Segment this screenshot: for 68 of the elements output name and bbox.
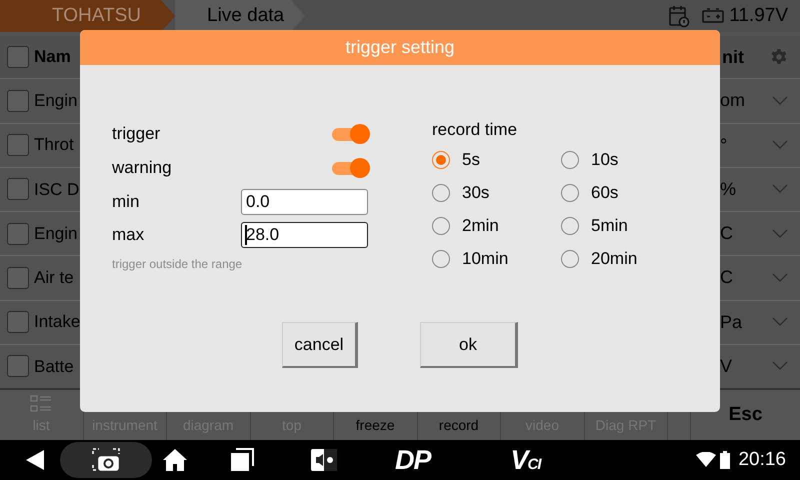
battery-icon	[720, 451, 730, 469]
voltage-reading: 11.97V	[729, 4, 788, 28]
camera-icon	[92, 448, 120, 472]
table-cell-text: Batte	[34, 356, 74, 378]
table-cell-text: Air te	[34, 267, 74, 290]
checkbox[interactable]	[7, 134, 29, 156]
radio-option[interactable]: 5s	[432, 143, 561, 176]
radio-option[interactable]: 10min	[432, 242, 561, 275]
chevron-down-icon[interactable]	[772, 140, 788, 150]
checkbox[interactable]	[7, 46, 29, 68]
table-cell-text: om	[720, 89, 746, 112]
table-cell-text: Intake	[34, 311, 80, 334]
input-field[interactable]: 0.0	[241, 188, 368, 214]
switch-label: warning	[112, 157, 173, 180]
radio-option[interactable]: 10s	[561, 143, 661, 176]
dialog-title: trigger setting	[80, 30, 720, 65]
table-cell-text: C	[720, 266, 734, 290]
screenshot-button[interactable]	[60, 442, 152, 478]
table-cell-text: Engin	[34, 222, 78, 245]
settings-icon[interactable]	[770, 48, 788, 66]
checkbox[interactable]	[7, 355, 29, 378]
checkbox[interactable]	[7, 266, 29, 289]
input-field[interactable]: 28.0	[241, 222, 368, 248]
calendar-icon[interactable]	[668, 4, 690, 28]
brightness-icon[interactable]	[310, 448, 338, 472]
checkbox[interactable]	[7, 222, 29, 245]
table-cell-text: C	[720, 222, 734, 246]
table-cell-text: Pa	[720, 310, 744, 334]
logo[interactable]: VCI	[510, 440, 541, 480]
recent-apps-icon[interactable]	[230, 448, 254, 472]
field-label: min	[112, 190, 140, 213]
battery-icon	[702, 8, 724, 24]
dialog-button[interactable]: cancel	[282, 322, 358, 368]
column-header: nit	[722, 46, 745, 69]
list-icon	[30, 395, 52, 413]
chevron-down-icon[interactable]	[772, 184, 788, 194]
table-cell-text: ISC D	[34, 178, 80, 201]
chevron-down-icon[interactable]	[772, 361, 788, 372]
wifi-icon	[696, 452, 716, 468]
radio-option[interactable]: 30s	[432, 176, 561, 209]
dialog-button[interactable]: ok	[420, 322, 518, 368]
back-icon[interactable]	[24, 449, 46, 471]
field-label: max	[112, 224, 146, 246]
hint-text: trigger outside the range	[112, 256, 242, 273]
chevron-down-icon[interactable]	[772, 228, 788, 239]
table-cell-text: Throt	[34, 134, 74, 156]
toggle-switch[interactable]	[332, 157, 370, 179]
checkbox[interactable]	[7, 311, 29, 334]
chevron-down-icon[interactable]	[772, 96, 788, 106]
checkbox[interactable]	[7, 178, 29, 200]
logo[interactable]: DP	[395, 440, 431, 480]
table-cell-text: %	[720, 178, 738, 201]
table-cell-text: °	[720, 134, 728, 157]
table-cell-text: V	[720, 354, 734, 378]
radio-option[interactable]: 60s	[561, 176, 661, 209]
table-cell-text: Engin	[34, 90, 78, 112]
radio-option[interactable]: 5min	[561, 209, 661, 242]
chevron-down-icon[interactable]	[772, 272, 788, 283]
switch-label: trigger	[112, 123, 162, 146]
chevron-down-icon[interactable]	[772, 317, 788, 328]
clock-time: 20:16	[738, 448, 786, 472]
checkbox[interactable]	[7, 90, 29, 112]
radio-option[interactable]: 20min	[561, 242, 661, 275]
radio-option[interactable]: 2min	[432, 209, 561, 242]
toggle-switch[interactable]	[332, 123, 370, 145]
column-header: Nam	[34, 46, 71, 68]
section-label: record time	[432, 119, 518, 141]
home-icon[interactable]	[162, 448, 188, 472]
